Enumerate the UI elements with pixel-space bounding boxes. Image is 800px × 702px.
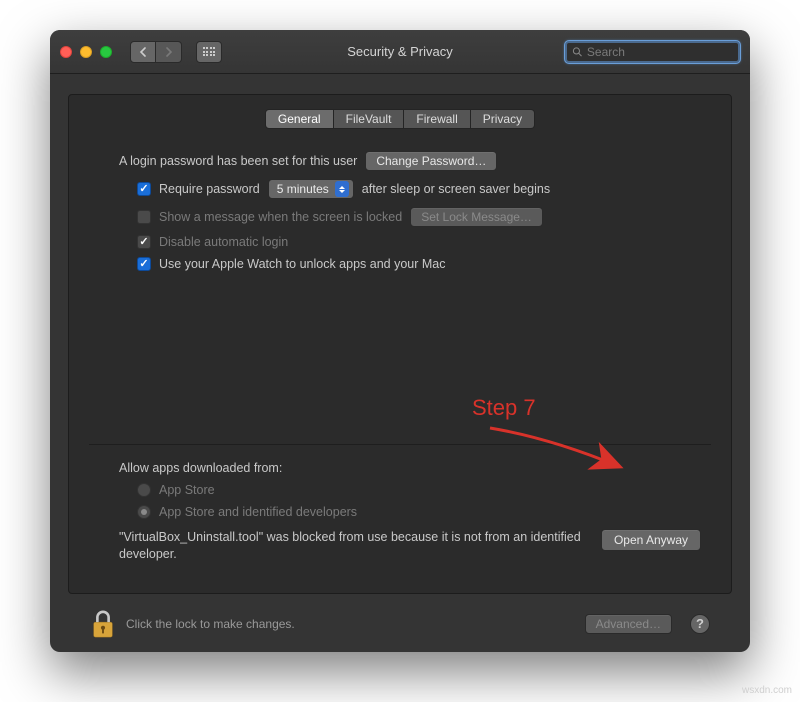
require-delay-value: 5 minutes [277, 182, 329, 196]
minimize-window-button[interactable] [80, 46, 92, 58]
app-store-radio [137, 483, 151, 497]
change-password-button[interactable]: Change Password… [365, 151, 497, 171]
search-icon [572, 46, 583, 58]
app-store-dev-radio [137, 505, 151, 519]
footer: Click the lock to make changes. Advanced… [68, 594, 732, 652]
search-field[interactable] [565, 41, 740, 63]
watermark: wsxdn.com [742, 685, 792, 696]
preferences-window: Security & Privacy General FileVault Fir… [50, 30, 750, 652]
blocked-app-message: "VirtualBox_Uninstall.tool" was blocked … [119, 529, 581, 563]
app-store-label: App Store [159, 483, 215, 497]
lock-icon[interactable] [90, 609, 116, 639]
disable-auto-login-checkbox [137, 235, 151, 249]
inner-panel: General FileVault Firewall Privacy A log… [68, 94, 732, 594]
stepper-arrows-icon [335, 181, 349, 197]
require-password-checkbox[interactable] [137, 182, 151, 196]
content-area: General FileVault Firewall Privacy A log… [50, 74, 750, 652]
require-password-label: Require password [159, 182, 260, 196]
tab-filevault[interactable]: FileVault [334, 109, 405, 129]
traffic-lights [60, 46, 112, 58]
nav-buttons [130, 41, 182, 63]
search-container [565, 41, 740, 63]
chevron-left-icon [139, 47, 147, 57]
tab-privacy[interactable]: Privacy [471, 109, 535, 129]
tab-bar: General FileVault Firewall Privacy [69, 109, 731, 129]
password-set-label: A login password has been set for this u… [119, 154, 357, 168]
forward-button[interactable] [156, 41, 182, 63]
disable-auto-login-label: Disable automatic login [159, 235, 288, 249]
titlebar: Security & Privacy [50, 30, 750, 74]
app-store-dev-label: App Store and identified developers [159, 505, 357, 519]
show-all-prefs-button[interactable] [196, 41, 222, 63]
close-window-button[interactable] [60, 46, 72, 58]
search-input[interactable] [587, 45, 733, 59]
tab-firewall[interactable]: Firewall [404, 109, 470, 129]
apple-watch-checkbox[interactable] [137, 257, 151, 271]
chevron-right-icon [165, 47, 173, 57]
tab-general[interactable]: General [265, 109, 334, 129]
open-anyway-button[interactable]: Open Anyway [601, 529, 701, 551]
login-section: A login password has been set for this u… [69, 129, 731, 279]
zoom-window-button[interactable] [100, 46, 112, 58]
show-message-checkbox [137, 210, 151, 224]
after-sleep-label: after sleep or screen saver begins [362, 182, 550, 196]
apple-watch-label: Use your Apple Watch to unlock apps and … [159, 257, 446, 271]
downloads-section: Allow apps downloaded from: App Store Ap… [69, 445, 731, 563]
set-lock-message-button: Set Lock Message… [410, 207, 543, 227]
show-message-label: Show a message when the screen is locked [159, 210, 402, 224]
back-button[interactable] [130, 41, 156, 63]
advanced-button[interactable]: Advanced… [585, 614, 672, 634]
allow-apps-heading: Allow apps downloaded from: [119, 461, 282, 475]
lock-help-text: Click the lock to make changes. [126, 617, 295, 631]
grid-icon [203, 47, 216, 56]
require-delay-select[interactable]: 5 minutes [268, 179, 354, 199]
help-button[interactable]: ? [690, 614, 710, 634]
